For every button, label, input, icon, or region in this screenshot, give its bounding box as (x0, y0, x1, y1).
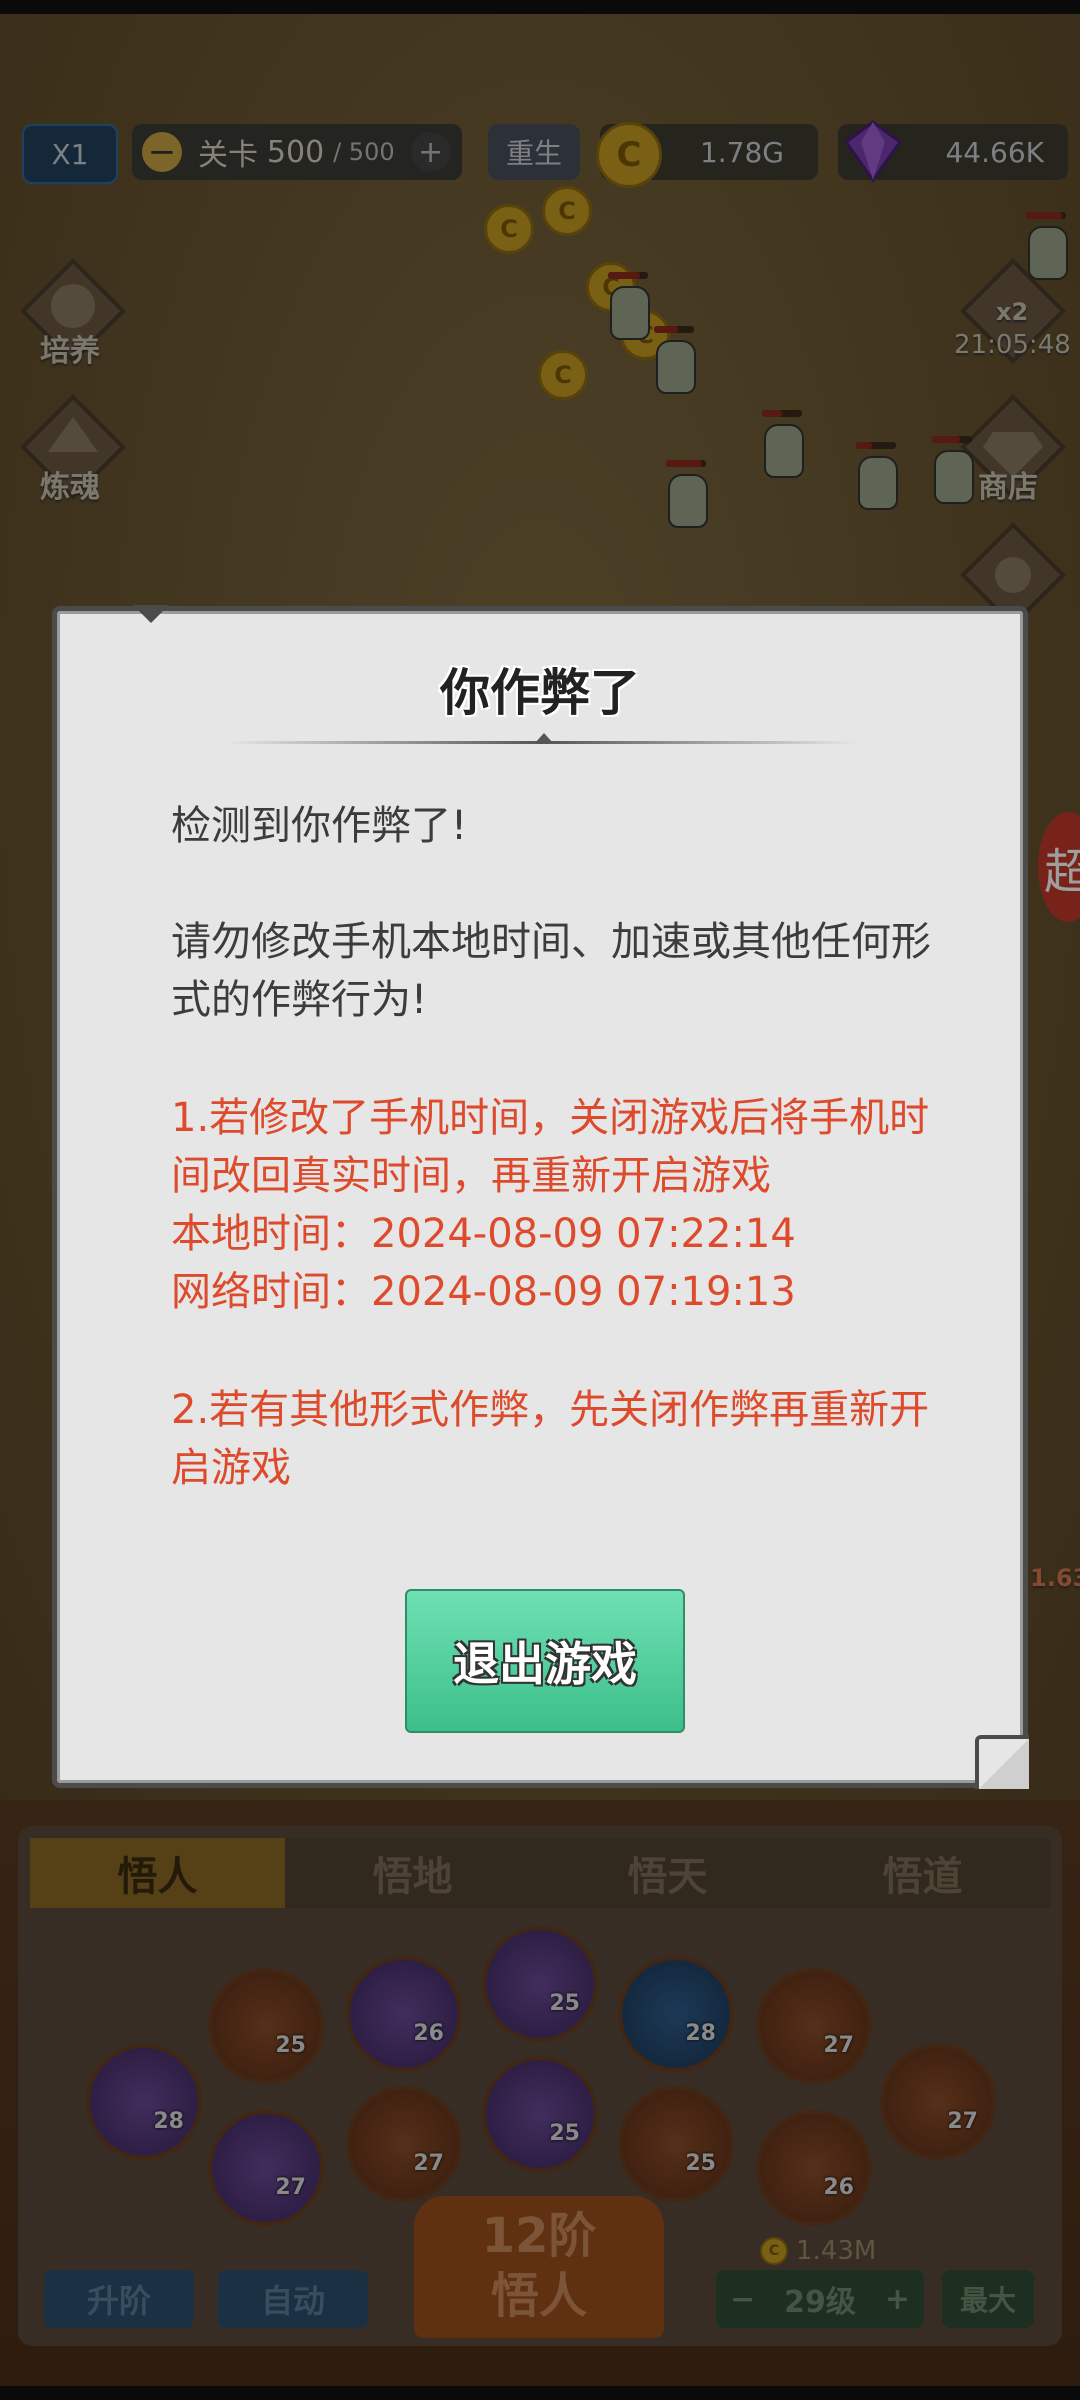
cheat-warning-text: 请勿修改手机本地时间、加速或其他任何形式的作弊行为! (171, 919, 931, 1023)
fix-step-one: 1.若修改了手机时间，关闭游戏后将手机时间改回真实时间，再重新开启游戏 (171, 1095, 930, 1199)
local-time-text: 本地时间：2024-08-09 07:22:14 (171, 1211, 796, 1257)
cheat-detected-text: 检测到你作弊了! (171, 803, 468, 849)
exit-game-button[interactable]: 退出游戏 (405, 1589, 685, 1733)
dialog-notch (133, 605, 169, 623)
fix-step-two: 2.若有其他形式作弊，先关闭作弊再重新开启游戏 (171, 1387, 930, 1491)
page-curl (975, 1735, 1029, 1789)
divider-ornament (535, 733, 553, 743)
dialog-title: 你作弊了 (440, 664, 640, 722)
cheat-warning-dialog: 你作弊了 检测到你作弊了! 请勿修改手机本地时间、加速或其他任何形式的作弊行为!… (52, 605, 1029, 1789)
network-time-text: 网络时间：2024-08-09 07:19:13 (171, 1269, 796, 1315)
